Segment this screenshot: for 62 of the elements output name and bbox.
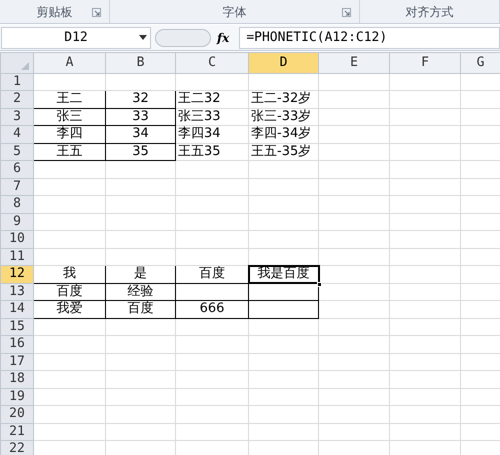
row-header[interactable]: 10	[0, 230, 34, 248]
table-cell: 张三-33岁	[248, 108, 318, 126]
ribbon-group-label: 剪贴板	[36, 4, 72, 20]
row-header[interactable]: 8	[0, 196, 34, 213]
row-header[interactable]: 3	[0, 108, 34, 126]
table-cell: 32	[106, 90, 176, 108]
column-header[interactable]: A	[34, 52, 106, 73]
row-header[interactable]: 15	[0, 318, 34, 336]
table-cell: 王五35	[176, 143, 248, 160]
table-cell: 我爱	[34, 300, 106, 318]
column-header[interactable]: G	[460, 52, 500, 73]
row-header[interactable]: 18	[0, 370, 34, 388]
table-cell: 李四	[34, 126, 106, 143]
row-header[interactable]: 2	[0, 90, 34, 108]
table-cell: 王五	[34, 143, 106, 160]
row-header[interactable]: 6	[0, 160, 34, 178]
column-header[interactable]: E	[318, 52, 390, 73]
name-box[interactable]: D12	[1, 26, 151, 48]
row-header[interactable]: 4	[0, 126, 34, 143]
dropdown-caret-icon[interactable]	[139, 35, 147, 40]
table-cell: 666	[176, 300, 248, 318]
dialog-launcher-icon[interactable]	[342, 8, 351, 17]
row-header[interactable]: 16	[0, 336, 34, 353]
row-header[interactable]: 20	[0, 406, 34, 423]
row-header[interactable]: 5	[0, 143, 34, 160]
ribbon-group-label: 对齐方式	[406, 4, 454, 20]
table-cell: 王二-32岁	[248, 90, 318, 108]
ribbon-group-label: 字体	[222, 4, 246, 20]
table-cell: 李四-34岁	[248, 126, 318, 143]
dialog-launcher-icon[interactable]	[92, 8, 101, 17]
table-cell: 王二	[34, 90, 106, 108]
table-cell: 李四34	[176, 126, 248, 143]
table-cell: 王五-35岁	[248, 143, 318, 160]
column-header[interactable]: B	[106, 52, 176, 73]
column-header[interactable]: F	[390, 52, 460, 73]
table-cell: 33	[106, 108, 176, 126]
row-header[interactable]: 13	[0, 283, 34, 300]
row-header[interactable]: 19	[0, 388, 34, 406]
row-header[interactable]: 7	[0, 178, 34, 196]
table-cell: 35	[106, 143, 176, 160]
column-header[interactable]: C	[176, 52, 248, 73]
row-header[interactable]: 21	[0, 423, 34, 440]
formula-field[interactable]: =PHONETIC(A12:C12)	[239, 26, 500, 48]
row-header[interactable]: 22	[0, 440, 34, 455]
insert-function-button[interactable]: fx	[217, 28, 230, 46]
table-cell: 张三	[34, 108, 106, 126]
row-header[interactable]: 9	[0, 213, 34, 230]
table-cell: 我	[34, 266, 106, 283]
table-cell: 百度	[176, 266, 248, 283]
table-cell: 是	[106, 266, 176, 283]
row-header[interactable]: 11	[0, 248, 34, 266]
row-header[interactable]: 14	[0, 300, 34, 318]
row-header[interactable]: 17	[0, 353, 34, 370]
row-header[interactable]: 12	[0, 266, 34, 283]
table-cell: 34	[106, 126, 176, 143]
table-cell: 百度	[34, 283, 106, 300]
table-cell: 百度	[106, 300, 176, 318]
column-header[interactable]: D	[248, 52, 318, 73]
row-header[interactable]: 1	[0, 73, 34, 90]
table-cell: 王二32	[176, 90, 248, 108]
table-cell: 经验	[106, 283, 176, 300]
table-cell: 张三33	[176, 108, 248, 126]
